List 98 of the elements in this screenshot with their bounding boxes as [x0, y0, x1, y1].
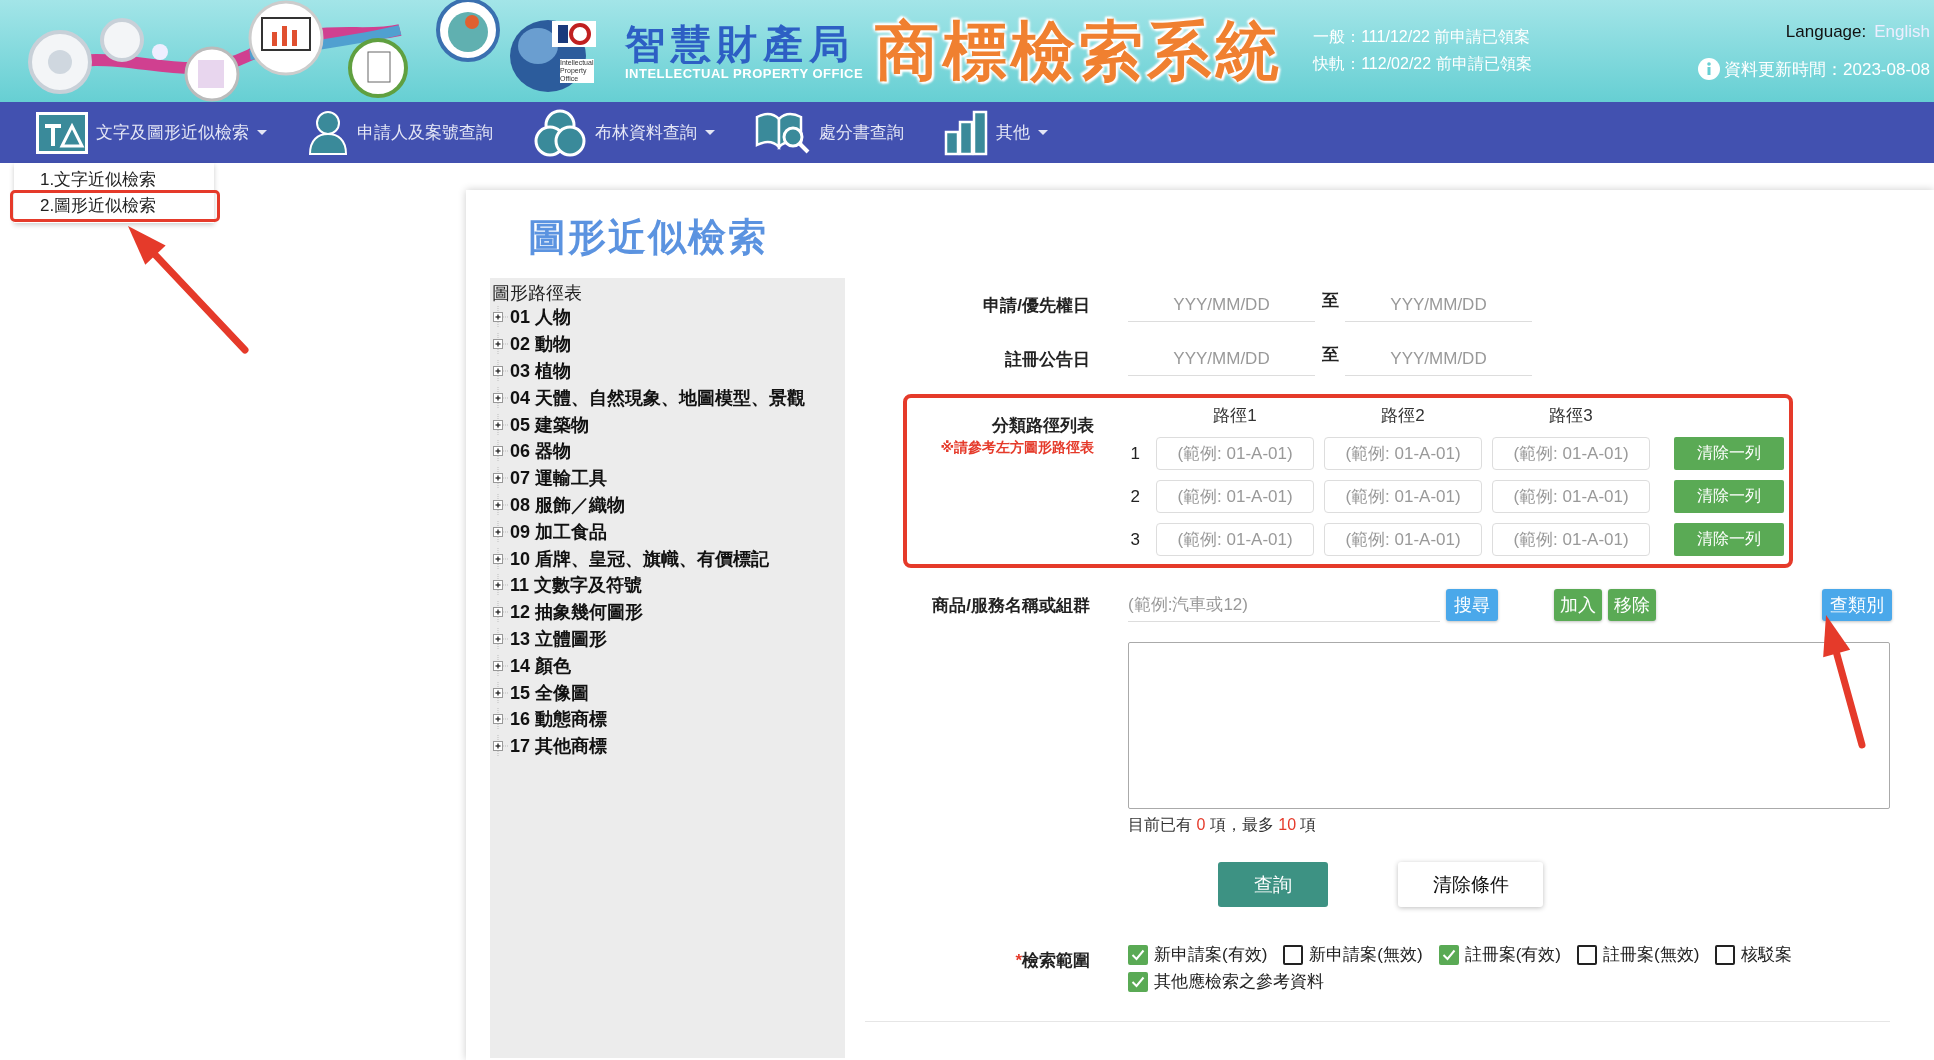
field-label: *檢索範圍: [1014, 950, 1090, 972]
path-input-field[interactable]: (範例: 01-A-01): [1156, 523, 1314, 556]
path-input-field[interactable]: (範例: 01-A-01): [1156, 480, 1314, 513]
check-icon: [1131, 976, 1145, 987]
tree-item-label[interactable]: 01 人物: [510, 305, 572, 330]
tree-item-label[interactable]: 10 盾牌、皇冠、旗幟、有價標記: [510, 546, 770, 571]
expand-toggle-icon[interactable]: [493, 306, 508, 329]
scope-checkbox-option[interactable]: 新申請案(無效): [1283, 943, 1423, 966]
nav-menu-item[interactable]: 處分書查詢: [755, 110, 904, 155]
bar-chart-icon: [944, 110, 988, 155]
expand-toggle-icon[interactable]: [493, 520, 508, 543]
tree-item-label[interactable]: 13 立體圖形: [510, 626, 608, 651]
tree-item-label[interactable]: 06 器物: [510, 439, 572, 464]
three-circles-icon: [534, 109, 586, 156]
case-date-notice: 快軌：112/02/22 前申請已領案: [1313, 54, 1532, 74]
nav-menu-item[interactable]: 其他: [944, 109, 1048, 156]
checkbox[interactable]: [1128, 944, 1148, 965]
path-input-field[interactable]: (範例: 01-A-01): [1324, 437, 1482, 470]
tree-title: 圖形路徑表: [491, 282, 583, 304]
organization-name: 智慧財產局: [625, 21, 856, 66]
scope-checkbox-option[interactable]: 其他應檢索之參考資料: [1128, 970, 1324, 993]
expand-toggle-icon[interactable]: [493, 386, 508, 409]
expand-toggle-icon[interactable]: [493, 467, 508, 490]
expand-toggle-icon[interactable]: [493, 681, 508, 704]
expand-toggle-icon[interactable]: [493, 440, 508, 463]
case-date-notice: 一般：111/12/22 前申請已領案: [1313, 27, 1532, 47]
column-header: 路徑2: [1380, 405, 1426, 427]
checkbox[interactable]: [1577, 944, 1597, 965]
nav-menu-item[interactable]: 布林資料查詢: [533, 108, 715, 157]
tree-item-label[interactable]: 08 服飾／織物: [510, 492, 626, 517]
tree-item-label[interactable]: 03 植物: [510, 359, 572, 383]
field-label: 分類路徑列表: [992, 415, 1094, 437]
dropdown-menu-item[interactable]: 1.文字近似檢索: [14, 167, 214, 193]
nav-menu-item[interactable]: 申請人及案號查詢: [307, 109, 493, 156]
scope-checkbox-option[interactable]: 註冊案(有效): [1438, 943, 1561, 966]
tree-item-label[interactable]: 05 建築物: [510, 412, 590, 437]
expand-toggle-icon[interactable]: [493, 708, 508, 731]
expand-toggle-icon[interactable]: [493, 547, 508, 570]
check-icon: [1442, 949, 1456, 960]
row-number: 2: [1129, 486, 1141, 507]
expand-toggle-icon[interactable]: [493, 413, 508, 436]
item-count-text: 目前已有 0 項，最多 10 項: [1128, 815, 1318, 835]
field-label: 商品/服務名稱或組群: [931, 594, 1090, 617]
column-header: 路徑3: [1548, 405, 1594, 427]
scope-checkbox-option[interactable]: 新申請案(有效): [1128, 943, 1268, 966]
tree-item-label[interactable]: 17 其他商標: [510, 734, 608, 759]
clear-conditions-button[interactable]: 清除條件: [1398, 862, 1543, 907]
reference-note: ※請參考左方圖形路徑表: [940, 439, 1094, 457]
expand-toggle-icon[interactable]: [493, 493, 508, 516]
field-label: 註冊公告日: [1004, 348, 1090, 371]
organization-name-english: INTELLECTUAL PROPERTY OFFICE: [625, 65, 864, 81]
scope-checkbox-option[interactable]: 核駁案: [1715, 943, 1793, 966]
tree-item-label[interactable]: 09 加工食品: [510, 519, 608, 544]
tree-item-label[interactable]: 14 顏色: [510, 653, 572, 678]
path-input-field[interactable]: (範例: 01-A-01): [1324, 480, 1482, 513]
scope-checkbox-option[interactable]: 註冊案(無效): [1577, 943, 1700, 966]
range-separator: 至: [1320, 289, 1340, 312]
page-title: 圖形近似檢索: [528, 215, 769, 260]
expand-toggle-icon[interactable]: [493, 627, 508, 650]
expand-toggle-icon[interactable]: [493, 333, 508, 356]
tree-item-label[interactable]: 02 動物: [510, 332, 572, 357]
expand-toggle-icon[interactable]: [493, 654, 508, 677]
path-input-field[interactable]: (範例: 01-A-01): [1492, 523, 1650, 556]
expand-toggle-icon[interactable]: [493, 574, 508, 597]
check-icon: [1131, 949, 1145, 960]
expand-toggle-icon[interactable]: [493, 735, 508, 758]
tree-item-label[interactable]: 07 運輸工具: [510, 466, 608, 491]
system-title: 商標檢索系統: [875, 13, 1284, 89]
globe-logo-icon: [510, 20, 596, 92]
path-input-field[interactable]: (範例: 01-A-01): [1492, 480, 1650, 513]
language-label: Language:: [1785, 21, 1867, 42]
query-button[interactable]: 查詢: [1218, 862, 1328, 907]
row-number: 3: [1129, 529, 1141, 550]
checkbox[interactable]: [1283, 944, 1304, 965]
tree-item-label[interactable]: 16 動態商標: [510, 707, 608, 732]
update-time: 資料更新時間：2023-08-08: [1724, 58, 1930, 81]
nav-menu-item[interactable]: 文字及圖形近似檢索: [36, 111, 267, 154]
path-input-field[interactable]: (範例: 01-A-01): [1324, 523, 1482, 556]
person-icon: [309, 110, 347, 155]
info-icon: [1698, 58, 1721, 80]
book-magnifier-icon: [755, 112, 810, 153]
tree-item-label[interactable]: 04 天體、自然現象、地圖模型、景觀: [510, 385, 806, 410]
row-number: 1: [1129, 443, 1141, 464]
dropdown-menu-item[interactable]: 2.圖形近似檢索: [14, 193, 214, 219]
path-input-field[interactable]: (範例: 01-A-01): [1156, 437, 1314, 470]
checkbox[interactable]: [1715, 944, 1736, 965]
tree-item-label[interactable]: 11 文數字及符號: [510, 573, 643, 598]
checkbox[interactable]: [1128, 971, 1148, 992]
expand-toggle-icon[interactable]: [493, 360, 508, 382]
text-shape-icon: [36, 111, 88, 154]
expand-toggle-icon[interactable]: [493, 601, 508, 624]
tree-item-label[interactable]: 12 抽象幾何圖形: [510, 600, 644, 625]
checkbox[interactable]: [1438, 944, 1459, 965]
range-separator: 至: [1320, 343, 1340, 366]
column-header: 路徑1: [1212, 405, 1258, 427]
path-input-field[interactable]: (範例: 01-A-01): [1492, 437, 1650, 470]
tree-item-label[interactable]: 15 全像圖: [510, 680, 590, 705]
field-label: 申請/優先權日: [982, 294, 1090, 317]
